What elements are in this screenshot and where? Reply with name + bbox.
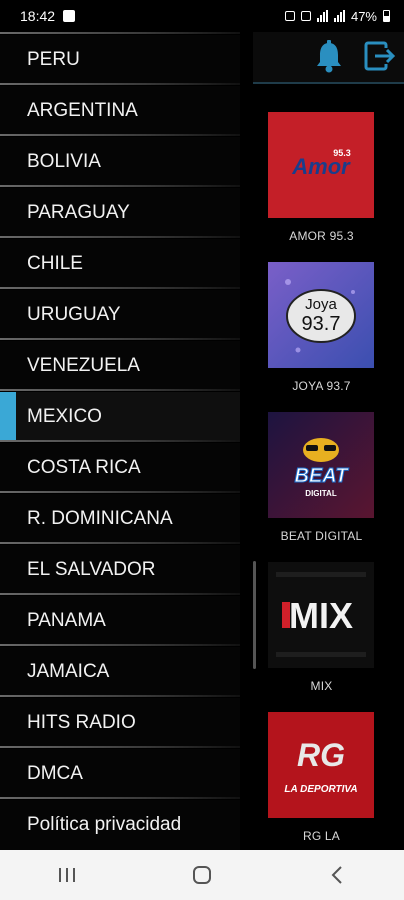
drawer-item-label: CHILE (27, 253, 83, 274)
navigation-drawer: PERU ARGENTINA BOLIVIA PARAGUAY CHILE UR… (0, 32, 253, 850)
drawer-item-r-dominicana[interactable]: R. DOMINICANA (0, 494, 240, 544)
divider (0, 695, 240, 697)
drawer-item-label: DMCA (27, 763, 83, 784)
drawer-item-label: MEXICO (27, 406, 102, 427)
station-name: MIX (310, 679, 333, 693)
drawer-item-label: PARAGUAY (27, 202, 130, 223)
station-name: JOYA 93.7 (292, 379, 351, 393)
drawer-top-divider (0, 32, 240, 34)
divider (0, 746, 240, 748)
exit-icon[interactable] (364, 40, 396, 72)
drawer-item-label: ARGENTINA (27, 100, 138, 121)
recent-apps-button[interactable] (37, 855, 97, 895)
divider (0, 440, 240, 442)
mute-icon (284, 11, 295, 21)
station-name: RG LA (302, 829, 340, 843)
drawer-item-label: PANAMA (27, 610, 106, 631)
drawer-item-bolivia[interactable]: BOLIVIA (0, 137, 240, 187)
drawer-scrollbar[interactable] (253, 561, 256, 669)
drawer-item-label: JAMAICA (27, 661, 110, 682)
divider (0, 83, 240, 85)
joya-logo-text: Joya (305, 296, 337, 313)
drawer-item-label: R. DOMINICANA (27, 508, 173, 529)
station-name: AMOR 95.3 (289, 229, 354, 243)
battery-icon (383, 10, 390, 22)
drawer-item-el-salvador[interactable]: EL SALVADOR (0, 545, 240, 595)
drawer-item-paraguay[interactable]: PARAGUAY (0, 188, 240, 238)
station-logo: RG LA DEPORTIVA (268, 712, 374, 818)
station-grid: Amor 95.3 AMOR 95.3 Joya 93.7 JOYA 93.7 … (253, 82, 404, 850)
divider (0, 134, 240, 136)
drawer-item-label: Política privacidad (27, 814, 182, 835)
beat-logo-text: BEAT (295, 465, 350, 487)
rg-logo-text: RG (297, 737, 345, 773)
station-name: BEAT DIGITAL (280, 529, 363, 543)
divider (0, 644, 240, 646)
drawer-item-privacy-policy[interactable]: Política privacidad (0, 800, 240, 850)
drawer-item-uruguay[interactable]: URUGUAY (0, 290, 240, 340)
divider (0, 593, 240, 595)
active-indicator (0, 392, 16, 442)
divider (0, 491, 240, 493)
amor-logo-sub: 95.3 (333, 148, 351, 158)
station-logo: BEAT DIGITAL (268, 412, 374, 518)
divider (0, 287, 240, 289)
divider (0, 389, 240, 391)
drawer-item-label: PERU (27, 49, 80, 70)
divider (0, 797, 240, 799)
gallery-notification-icon (63, 10, 76, 22)
drawer-item-venezuela[interactable]: VENEZUELA (0, 341, 240, 391)
drawer-item-label: EL SALVADOR (27, 559, 156, 580)
status-right: 47% (284, 8, 390, 24)
home-button[interactable] (172, 855, 232, 895)
bell-icon[interactable] (316, 40, 342, 74)
data-icon (300, 11, 311, 21)
rg-logo-sub: LA DEPORTIVA (284, 784, 357, 795)
divider (0, 338, 240, 340)
status-left: 18:42 (20, 8, 76, 24)
back-icon (331, 866, 342, 884)
drawer-item-label: VENEZUELA (27, 355, 140, 376)
signal-icon (316, 10, 328, 22)
battery-percent: 47% (350, 8, 377, 24)
drawer-item-dmca[interactable]: DMCA (0, 749, 240, 799)
drawer-item-label: BOLIVIA (27, 151, 101, 172)
drawer-item-label: URUGUAY (27, 304, 121, 325)
drawer-item-argentina[interactable]: ARGENTINA (0, 86, 240, 136)
drawer-item-chile[interactable]: CHILE (0, 239, 240, 289)
station-logo: Joya 93.7 (268, 262, 374, 368)
drawer-item-hits-radio[interactable]: HITS RADIO (0, 698, 240, 748)
beat-logo-sub: DIGITAL (305, 489, 337, 498)
home-icon (192, 866, 211, 884)
drawer-item-costa-rica[interactable]: COSTA RICA (0, 443, 240, 493)
status-time: 18:42 (20, 8, 56, 24)
divider (0, 185, 240, 187)
recent-apps-icon (59, 868, 76, 882)
signal-2-icon (333, 10, 345, 22)
system-nav-bar (0, 850, 404, 900)
divider (0, 542, 240, 544)
drawer-item-peru[interactable]: PERU (0, 35, 240, 85)
drawer-item-jamaica[interactable]: JAMAICA (0, 647, 240, 697)
drawer-item-label: HITS RADIO (27, 712, 136, 733)
station-logo: MIX (268, 562, 374, 668)
divider (0, 236, 240, 238)
drawer-item-mexico[interactable]: MEXICO (0, 392, 240, 442)
joya-logo-sub: 93.7 (302, 313, 341, 335)
status-bar: 18:42 47% (0, 0, 404, 32)
drawer-item-label: COSTA RICA (27, 457, 141, 478)
mix-logo-text: MIX (289, 595, 353, 636)
back-button[interactable] (307, 855, 367, 895)
drawer-item-panama[interactable]: PANAMA (0, 596, 240, 646)
station-logo: Amor 95.3 (268, 112, 374, 218)
